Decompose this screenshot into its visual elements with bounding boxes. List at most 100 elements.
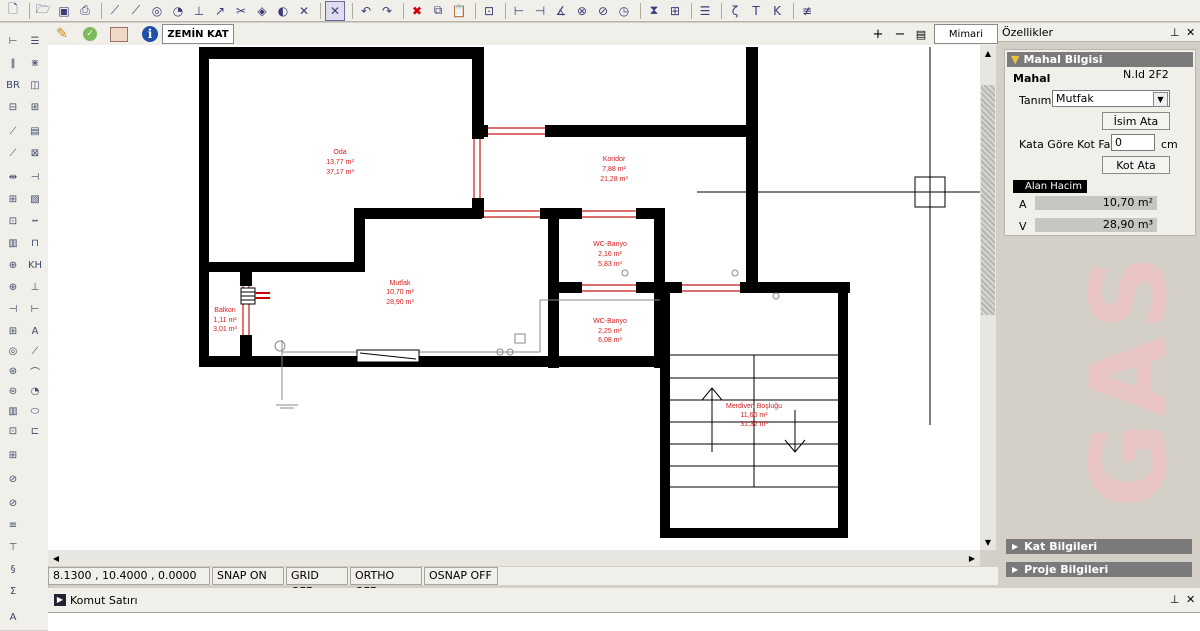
- chevron-down-icon[interactable]: ▼: [1153, 92, 1168, 107]
- boiler-tool-icon[interactable]: ⊡: [4, 213, 22, 229]
- dashed-line-icon[interactable]: ┅: [26, 213, 44, 229]
- text-tool-icon[interactable]: T: [747, 2, 765, 20]
- copy-icon[interactable]: ⧉: [429, 2, 447, 20]
- zoom-out-button[interactable]: −: [893, 25, 907, 43]
- beam-tool-icon[interactable]: ⋇: [26, 55, 44, 71]
- new-file-icon[interactable]: 🗋: [4, 2, 22, 20]
- osnap-toggle[interactable]: OSNAP OFF: [424, 567, 498, 585]
- matrix2-tool-icon[interactable]: ⊞: [4, 447, 22, 463]
- column-tool-icon[interactable]: ‖: [4, 55, 22, 71]
- slash-tool-icon[interactable]: ⊘: [4, 471, 22, 487]
- proje-bilgileri-header[interactable]: ▶ Proje Bilgileri: [1006, 562, 1192, 577]
- radiator-tool-icon[interactable]: ▥: [4, 403, 22, 419]
- fitting-tool-icon[interactable]: ⊕: [4, 257, 22, 273]
- wall-tool-icon[interactable]: ⊢: [4, 33, 22, 49]
- layout-icon[interactable]: [108, 25, 130, 43]
- undo-icon[interactable]: ↶: [357, 2, 375, 20]
- cap-tool-icon[interactable]: ⊢: [26, 301, 44, 317]
- br-tool-icon[interactable]: BR: [4, 77, 22, 93]
- kot-input[interactable]: 0: [1111, 134, 1155, 151]
- label-tool-icon[interactable]: A: [4, 609, 22, 625]
- open-folder-icon[interactable]: 🗁: [34, 2, 52, 20]
- bracket-tool-icon[interactable]: ⊓: [26, 235, 44, 251]
- select-mode-icon[interactable]: ✕: [325, 0, 345, 21]
- grid-icon[interactable]: ⊞: [666, 2, 684, 20]
- meter-tool-icon[interactable]: ⊞: [4, 191, 22, 207]
- dimension-arc-icon[interactable]: ◷: [615, 2, 633, 20]
- clock-tool-icon[interactable]: ◔: [26, 383, 44, 399]
- matrix-tool-icon[interactable]: ⊞: [4, 323, 22, 339]
- elbow-tool-icon[interactable]: ⊕: [4, 279, 22, 295]
- dimension-diameter-icon[interactable]: ⊘: [594, 2, 612, 20]
- kot-ata-button[interactable]: Kot Ata: [1102, 156, 1170, 174]
- save-icon[interactable]: ▣: [55, 2, 73, 20]
- circle-tool-icon[interactable]: ◎: [148, 2, 166, 20]
- double-wall-icon[interactable]: ☰: [26, 33, 44, 49]
- info-icon[interactable]: i: [140, 25, 160, 43]
- stair-tool-icon[interactable]: ⟋: [4, 123, 22, 139]
- level-icon[interactable]: ☰: [696, 2, 714, 20]
- scroll-down-icon[interactable]: ▼: [980, 534, 996, 550]
- snap-toggle[interactable]: SNAP ON: [212, 567, 284, 585]
- scroll-up-icon[interactable]: ▲: [980, 45, 996, 61]
- rotate-tool-icon[interactable]: ↗: [211, 2, 229, 20]
- layer-icon[interactable]: ⧗: [645, 2, 663, 20]
- scroll-right-icon[interactable]: ▶: [964, 550, 980, 566]
- slab-tool-icon[interactable]: ⊠: [26, 145, 44, 161]
- spiral-tool-icon[interactable]: §: [4, 561, 22, 577]
- close-icon[interactable]: ✕: [1186, 593, 1195, 606]
- ortho-toggle[interactable]: ORTHO OFF: [350, 567, 422, 598]
- pin-icon[interactable]: ⊥: [1170, 593, 1180, 606]
- fill-tool-icon[interactable]: ◐: [274, 2, 292, 20]
- flag-tool-icon[interactable]: ⊏: [26, 423, 44, 439]
- dimension-radius-icon[interactable]: ⊗: [573, 2, 591, 20]
- isim-ata-button[interactable]: İsim Ata: [1102, 112, 1170, 130]
- dimension-aligned-icon[interactable]: ⊣: [531, 2, 549, 20]
- delete-icon[interactable]: ✖: [408, 2, 426, 20]
- tee-tool-icon[interactable]: ⊣: [4, 301, 22, 317]
- curve-tool-icon[interactable]: ⌒: [26, 363, 44, 379]
- vertical-scrollbar[interactable]: ▲ ▼: [980, 45, 996, 550]
- text-style-icon[interactable]: ζ: [726, 2, 744, 20]
- valve-tool-icon[interactable]: ⊣: [26, 169, 44, 185]
- grid-toggle[interactable]: GRID OFF: [286, 567, 348, 598]
- box-tool-icon[interactable]: ⊡: [4, 423, 22, 439]
- kat-bilgileri-header[interactable]: ▶ Kat Bilgileri: [1006, 539, 1192, 554]
- print-icon[interactable]: ⎙: [76, 2, 94, 20]
- no-entry-icon[interactable]: ⊘: [4, 495, 22, 511]
- command-input[interactable]: [48, 612, 1200, 631]
- window-tool-icon[interactable]: ⊟: [4, 99, 22, 115]
- floor-tab[interactable]: ZEMİN KAT: [162, 24, 234, 44]
- rotate-view-icon[interactable]: ⊛: [4, 363, 22, 379]
- sigma-tool-icon[interactable]: Σ: [4, 583, 22, 599]
- tanim-select[interactable]: Mutfak ▼: [1052, 90, 1170, 107]
- redo-icon[interactable]: ↷: [378, 2, 396, 20]
- close-icon[interactable]: ✕: [1186, 26, 1195, 39]
- extend-tool-icon[interactable]: ✕: [295, 2, 313, 20]
- ladder-tool-icon[interactable]: ▤: [26, 123, 44, 139]
- perpendicular-tool-icon[interactable]: ⊥: [190, 2, 208, 20]
- paste-icon[interactable]: 📋: [450, 2, 468, 20]
- object-properties-icon[interactable]: ⊡: [480, 2, 498, 20]
- heater-tool-icon[interactable]: ▥: [4, 235, 22, 251]
- mahal-bilgisi-header[interactable]: ▼ Mahal Bilgisi: [1007, 52, 1193, 67]
- view-mode-button[interactable]: Mimari: [934, 24, 998, 44]
- trim-tool-icon[interactable]: ✂: [232, 2, 250, 20]
- kh-tool-icon[interactable]: KH: [26, 257, 44, 273]
- chimney-tool-icon[interactable]: ⊥: [26, 279, 44, 295]
- target-tool-icon[interactable]: ◎: [4, 343, 22, 359]
- zoom-in-button[interactable]: +: [871, 25, 885, 43]
- pencil-icon[interactable]: ✎: [52, 25, 72, 43]
- room-tool-icon[interactable]: ⊞: [26, 99, 44, 115]
- offset-tool-icon[interactable]: ◈: [253, 2, 271, 20]
- ellipse-tool-icon[interactable]: ⬭: [26, 403, 44, 419]
- gauge-tool-icon[interactable]: ⊜: [4, 383, 22, 399]
- door-tool-icon[interactable]: ◫: [26, 77, 44, 93]
- check-icon[interactable]: ✓: [80, 25, 100, 43]
- polyline-tool-icon[interactable]: ⟋: [127, 2, 145, 20]
- pin-icon[interactable]: ⊥: [1170, 26, 1180, 39]
- stack-tool-icon[interactable]: ≡: [4, 517, 22, 533]
- table-tool-icon[interactable]: K: [768, 2, 786, 20]
- line-tool-icon[interactable]: ⟋: [106, 2, 124, 20]
- window-restore-icon[interactable]: ▤: [914, 25, 928, 43]
